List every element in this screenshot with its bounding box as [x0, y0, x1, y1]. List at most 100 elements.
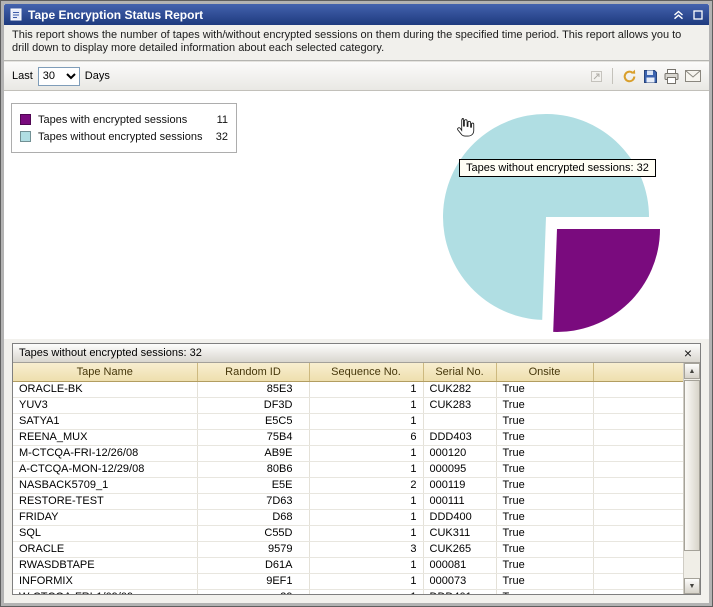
expand-report-icon[interactable] — [590, 70, 603, 83]
table-cell: True — [496, 589, 593, 594]
table-cell: 1 — [309, 413, 423, 429]
refresh-icon[interactable] — [622, 69, 637, 84]
table-cell: 75B4 — [197, 429, 309, 445]
column-header[interactable]: Onsite — [496, 363, 593, 381]
table-cell: 39 — [197, 589, 309, 594]
table-cell — [593, 525, 683, 541]
table-cell — [593, 397, 683, 413]
legend-swatch-encrypted — [20, 114, 31, 125]
table-cell: DF3D — [197, 397, 309, 413]
pie-chart[interactable] — [402, 107, 704, 339]
close-icon[interactable]: × — [682, 346, 694, 360]
table-row[interactable]: ORACLE-BK85E31CUK282True — [13, 381, 683, 397]
table-cell: ORACLE — [13, 541, 197, 557]
period-select[interactable]: 30 — [38, 67, 80, 86]
table-cell — [593, 557, 683, 573]
table-cell — [593, 413, 683, 429]
table-cell: DDD400 — [423, 509, 496, 525]
scrollbar-thumb[interactable] — [684, 380, 700, 551]
table-cell: 9EF1 — [197, 573, 309, 589]
table-cell — [593, 589, 683, 594]
table-cell: 80B6 — [197, 461, 309, 477]
table-row[interactable]: M-CTCQA-FRI-12/26/08AB9E1000120True — [13, 445, 683, 461]
table-cell — [593, 445, 683, 461]
table-cell: 85E3 — [197, 381, 309, 397]
table-row[interactable]: FRIDAYD681DDD400True — [13, 509, 683, 525]
table-cell: CUK282 — [423, 381, 496, 397]
table-row[interactable]: RWASDBTAPED61A1000081True — [13, 557, 683, 573]
legend-swatch-unencrypted — [20, 131, 31, 142]
legend-label-unencrypted: Tapes without encrypted sessions — [38, 131, 203, 143]
pie-slice-encrypted[interactable] — [553, 229, 660, 332]
table-cell: 1 — [309, 381, 423, 397]
detail-panel-header: Tapes without encrypted sessions: 32 × — [13, 344, 700, 363]
table-cell: RESTORE-TEST — [13, 493, 197, 509]
table-cell: 1 — [309, 445, 423, 461]
table-row[interactable]: SQLC55D1CUK311True — [13, 525, 683, 541]
table-cell: C55D — [197, 525, 309, 541]
table-row[interactable]: REENA_MUX75B46DDD403True — [13, 429, 683, 445]
table-cell: D61A — [197, 557, 309, 573]
table-scrollbar[interactable]: ▲ ▼ — [683, 363, 700, 594]
legend-item-unencrypted: Tapes without encrypted sessions 32 — [20, 128, 228, 145]
detail-panel: Tapes without encrypted sessions: 32 × T… — [12, 343, 701, 595]
table-row[interactable]: YUV3DF3D1CUK283True — [13, 397, 683, 413]
email-icon[interactable] — [685, 70, 701, 82]
table-cell — [593, 477, 683, 493]
hand-cursor-icon — [456, 117, 475, 145]
column-header[interactable]: Sequence No. — [309, 363, 423, 381]
column-header[interactable]: Random ID — [197, 363, 309, 381]
table-cell: DDD403 — [423, 429, 496, 445]
maximize-icon[interactable] — [693, 10, 703, 20]
scroll-up-button[interactable]: ▲ — [684, 363, 700, 379]
toolbar: Last 30 Days — [4, 61, 709, 91]
table-cell: 6 — [309, 429, 423, 445]
title-bar[interactable]: Tape Encryption Status Report — [4, 4, 709, 25]
table-cell: 9579 — [197, 541, 309, 557]
scroll-down-button[interactable]: ▼ — [684, 578, 700, 594]
table-row[interactable]: SATYA1E5C51 True — [13, 413, 683, 429]
chart-legend: Tapes with encrypted sessions 11 Tapes w… — [11, 103, 237, 153]
table-row[interactable]: ORACLE95793CUK265True — [13, 541, 683, 557]
table-cell: SATYA1 — [13, 413, 197, 429]
column-header[interactable]: Tape Name — [13, 363, 197, 381]
print-icon[interactable] — [664, 69, 679, 84]
table-cell: SQL — [13, 525, 197, 541]
table-cell: 000120 — [423, 445, 496, 461]
column-header[interactable] — [593, 363, 683, 381]
table-cell — [593, 381, 683, 397]
window-title: Tape Encryption Status Report — [28, 8, 203, 22]
table-cell: W-CTCQA-FRI-1/09/09 — [13, 589, 197, 594]
report-icon — [10, 8, 22, 21]
table-cell: 000111 — [423, 493, 496, 509]
table-row[interactable]: A-CTCQA-MON-12/29/0880B61000095True — [13, 461, 683, 477]
detail-table-wrap: Tape NameRandom IDSequence No.Serial No.… — [13, 363, 700, 594]
table-row[interactable]: RESTORE-TEST7D631000111True — [13, 493, 683, 509]
table-cell: A-CTCQA-MON-12/29/08 — [13, 461, 197, 477]
table-cell: RWASDBTAPE — [13, 557, 197, 573]
collapse-icon[interactable] — [673, 10, 684, 20]
table-cell: FRIDAY — [13, 509, 197, 525]
table-row[interactable]: NASBACK5709_1E5E2000119True — [13, 477, 683, 493]
table-cell: YUV3 — [13, 397, 197, 413]
table-row[interactable]: W-CTCQA-FRI-1/09/09391DDD401True — [13, 589, 683, 594]
table-cell: M-CTCQA-FRI-12/26/08 — [13, 445, 197, 461]
scrollbar-track[interactable] — [684, 379, 700, 578]
table-cell: True — [496, 445, 593, 461]
table-cell: 1 — [309, 573, 423, 589]
table-row[interactable]: INFORMIX9EF11000073True — [13, 573, 683, 589]
table-cell: CUK283 — [423, 397, 496, 413]
table-cell: AB9E — [197, 445, 309, 461]
table-cell: 3 — [309, 541, 423, 557]
save-icon[interactable] — [643, 69, 658, 84]
table-cell — [593, 509, 683, 525]
legend-value-unencrypted: 32 — [210, 131, 228, 143]
table-cell: True — [496, 509, 593, 525]
column-header[interactable]: Serial No. — [423, 363, 496, 381]
table-cell — [423, 413, 496, 429]
table-cell: True — [496, 573, 593, 589]
table-cell: True — [496, 413, 593, 429]
table-cell: True — [496, 381, 593, 397]
table-cell: E5C5 — [197, 413, 309, 429]
table-cell: NASBACK5709_1 — [13, 477, 197, 493]
